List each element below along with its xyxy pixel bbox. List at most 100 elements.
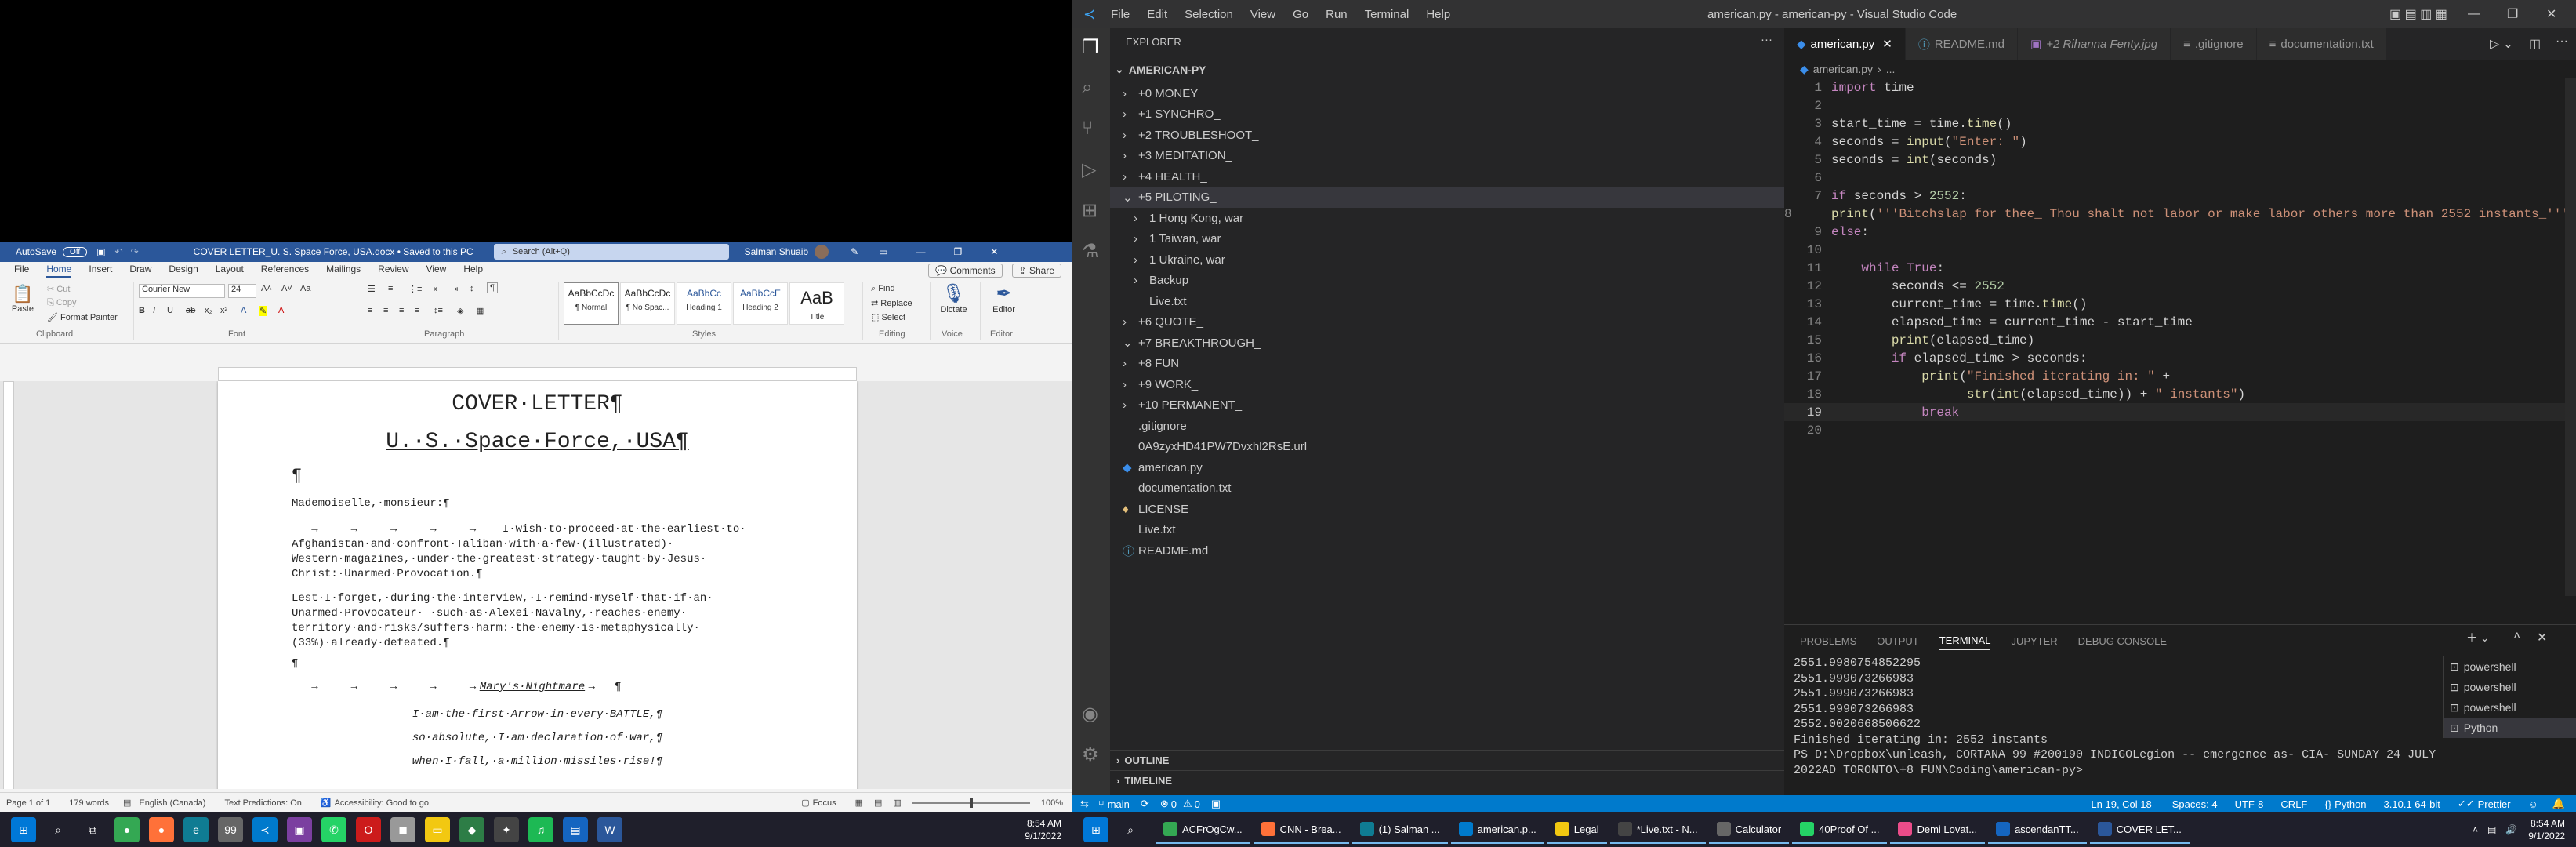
dictate-label[interactable]: Dictate xyxy=(931,305,977,314)
horizontal-ruler[interactable] xyxy=(218,367,857,381)
tree-item[interactable]: › +9 WORK_ xyxy=(1110,374,1784,394)
tree-item[interactable]: ⌄ +7 BREAKTHROUGH_ xyxy=(1110,333,1784,353)
breadcrumb-file[interactable]: american.py xyxy=(1813,63,1873,75)
tree-item[interactable]: › 1 Ukraine, war xyxy=(1110,249,1784,270)
panel-tab-problems[interactable]: PROBLEMS xyxy=(1800,632,1856,650)
tree-item[interactable]: › +0 MONEY xyxy=(1110,83,1784,104)
spotify-icon[interactable]: ♫ xyxy=(528,817,553,842)
menu-selection[interactable]: Selection xyxy=(1185,8,1233,21)
tree-item[interactable]: › 1 Taiwan, war xyxy=(1110,229,1784,249)
code-line[interactable]: 17 print("Finished iterating in: " + xyxy=(1784,367,2576,385)
ribbon-display-icon[interactable]: ▭ xyxy=(879,246,887,257)
menu-view[interactable]: View xyxy=(1250,8,1275,21)
app-99-icon[interactable]: 99 xyxy=(218,817,243,842)
taskbar-app[interactable]: Legal xyxy=(1547,816,1607,844)
focus-mode[interactable]: Focus xyxy=(813,798,836,808)
split-editor-icon[interactable]: ◫ xyxy=(2529,36,2541,52)
accessibility-status[interactable]: Accessibility: Good to go xyxy=(335,798,429,808)
coauthor-icon[interactable]: ✎ xyxy=(851,246,858,257)
app-blue-icon[interactable]: ▤ xyxy=(563,817,588,842)
whatsapp-icon[interactable]: ✆ xyxy=(321,817,346,842)
code-line[interactable]: 15 print(elapsed_time) xyxy=(1784,331,2576,349)
explorer-root[interactable]: ⌄ AMERICAN-PY xyxy=(1115,63,1206,76)
panel-tab-debug-console[interactable]: DEBUG CONSOLE xyxy=(2078,632,2167,650)
text-effects-icon[interactable]: A xyxy=(241,306,246,315)
outline-section[interactable]: › OUTLINE xyxy=(1110,750,1784,770)
sort-icon[interactable]: ↕ xyxy=(470,284,474,293)
taskbar-app[interactable]: CNN - Brea... xyxy=(1253,816,1349,844)
layout-toggle-icon[interactable]: ▣ ▤ ▥ ▦ xyxy=(2389,6,2447,22)
volume-icon[interactable]: 🔊 xyxy=(2505,824,2517,835)
close-icon[interactable]: ✕ xyxy=(2546,6,2556,22)
tree-item[interactable]: › +10 PERMANENT_ xyxy=(1110,395,1784,416)
font-color-icon[interactable]: A xyxy=(278,306,284,315)
tab-layout[interactable]: Layout xyxy=(216,264,244,278)
indentation[interactable]: Spaces: 4 xyxy=(2172,798,2218,810)
tray-overflow-icon[interactable]: ˄ xyxy=(2473,824,2478,835)
search-icon[interactable]: ⌕ xyxy=(45,817,71,842)
word-count[interactable]: 179 words xyxy=(69,798,109,808)
read-mode-icon[interactable]: ▦ xyxy=(855,798,863,808)
editor-tab[interactable]: ◆ american.py ✕ xyxy=(1784,28,1906,60)
task-view-icon[interactable]: ⧉ xyxy=(80,817,105,842)
proofing-icon[interactable]: ▤ xyxy=(123,798,131,808)
find-button[interactable]: ⌕ Find xyxy=(871,284,895,294)
terminal-instance[interactable]: ⊡ powershell xyxy=(2444,677,2576,697)
taskbar-app[interactable]: (1) Salman ... xyxy=(1351,816,1448,844)
font-size-select[interactable]: 24 xyxy=(228,284,256,298)
editor-scrollbar[interactable] xyxy=(2565,78,2576,596)
tree-item[interactable]: › Backup xyxy=(1110,271,1784,291)
tree-item[interactable]: › 1 Hong Kong, war xyxy=(1110,208,1784,228)
editor-tab[interactable]: ≡ .gitignore xyxy=(2171,28,2257,60)
tab-mailings[interactable]: Mailings xyxy=(326,264,361,278)
search-icon[interactable]: ⌕ xyxy=(1082,77,1092,99)
editor-tab[interactable]: ≡ documentation.txt xyxy=(2256,28,2387,60)
opera-icon[interactable]: O xyxy=(356,817,381,842)
document-page[interactable]: COVER·LETTER¶ U.·S.·Space·Force,·USA¶ ¶ … xyxy=(218,381,857,789)
taskbar-app[interactable]: 40Proof Of ... xyxy=(1792,816,1888,844)
restore-icon[interactable]: ❐ xyxy=(953,246,962,257)
text-predictions-status[interactable]: Text Predictions: On xyxy=(224,798,301,808)
chrome-icon[interactable]: ● xyxy=(114,817,140,842)
zoom-slider-thumb[interactable] xyxy=(969,798,973,808)
minimize-icon[interactable]: — xyxy=(916,246,925,257)
vscode-icon[interactable]: ≺ xyxy=(252,817,278,842)
restore-icon[interactable]: ❐ xyxy=(2507,6,2518,22)
style-item[interactable]: AaBbCc Heading 1 xyxy=(677,282,731,325)
tab-review[interactable]: Review xyxy=(378,264,408,278)
editor-label[interactable]: Editor xyxy=(981,305,1027,314)
tree-item[interactable]: ♦ LICENSE xyxy=(1110,499,1784,519)
cut-button[interactable]: ✂ Cut xyxy=(47,284,70,294)
zoom-slider[interactable] xyxy=(912,798,1030,808)
menu-help[interactable]: Help xyxy=(1426,8,1450,21)
microphone-icon[interactable]: 🎙 xyxy=(931,282,977,305)
minimize-icon[interactable]: — xyxy=(2468,7,2480,21)
tree-item[interactable]: › +6 QUOTE_ xyxy=(1110,312,1784,333)
style-item[interactable]: AaB Title xyxy=(789,282,844,325)
justify-icon[interactable]: ≡ xyxy=(415,306,419,315)
code-line[interactable]: 11 while True: xyxy=(1784,259,2576,277)
tree-item[interactable]: ⓘ README.md xyxy=(1110,540,1784,561)
avatar[interactable] xyxy=(815,245,829,259)
tree-item[interactable]: › +2 TROUBLESHOOT_ xyxy=(1110,125,1784,145)
code-line[interactable]: 12 seconds <= 2552 xyxy=(1784,277,2576,295)
language-status[interactable]: English (Canada) xyxy=(139,798,205,808)
git-branch[interactable]: main xyxy=(1108,798,1130,810)
code-line[interactable]: 6 xyxy=(1784,169,2576,187)
multilevel-list-icon[interactable]: ⋮≡ xyxy=(408,284,422,294)
taskbar-app[interactable]: COVER LET... xyxy=(2089,816,2190,844)
code-line[interactable]: 19 break xyxy=(1784,403,2576,421)
menu-go[interactable]: Go xyxy=(1293,8,1308,21)
shrink-font-icon[interactable]: A˅ xyxy=(281,284,292,293)
italic-icon[interactable]: I xyxy=(153,306,155,315)
more-actions-icon[interactable]: ··· xyxy=(1761,33,1772,46)
menu-run[interactable]: Run xyxy=(1326,8,1348,21)
code-line[interactable]: 1 import time xyxy=(1784,78,2576,96)
taskbar-app[interactable]: *Live.txt - N... xyxy=(1609,816,1706,844)
print-layout-icon[interactable]: ▤ xyxy=(874,798,882,808)
error-count[interactable]: 0 xyxy=(1171,798,1177,810)
firefox-icon[interactable]: ● xyxy=(149,817,174,842)
language-mode[interactable]: Python xyxy=(2335,798,2366,810)
app-dark-icon[interactable]: ✦ xyxy=(494,817,519,842)
style-item[interactable]: AaBbCcE Heading 2 xyxy=(733,282,788,325)
